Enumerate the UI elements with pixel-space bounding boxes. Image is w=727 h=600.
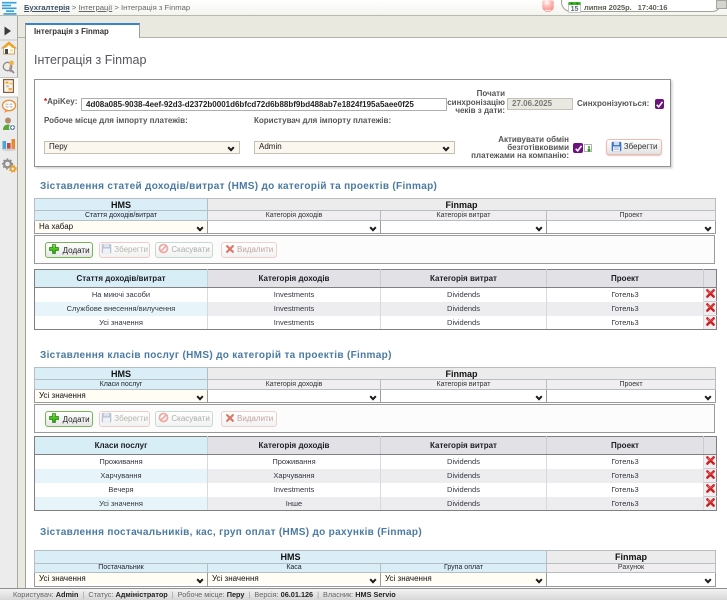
svg-text:15: 15 xyxy=(571,6,579,13)
